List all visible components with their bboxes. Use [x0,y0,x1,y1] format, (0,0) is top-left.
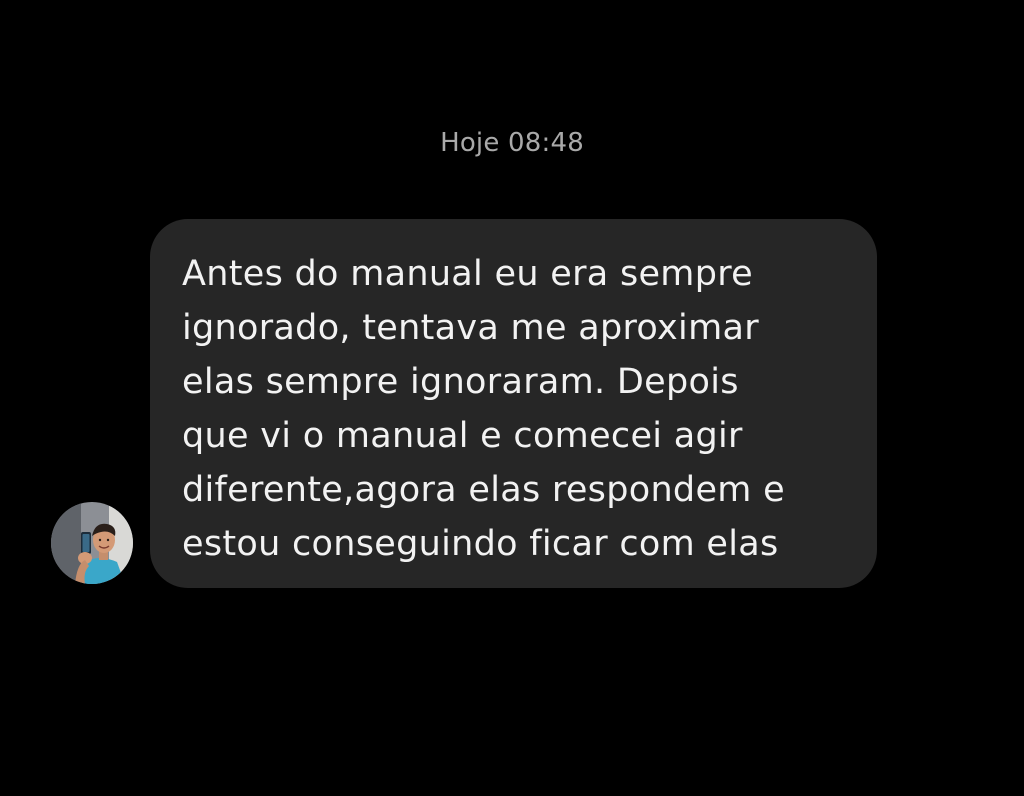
message-text-line: que vi o manual e comecei agir [182,416,743,456]
sender-avatar[interactable] [51,502,133,584]
message-text-line: elas sempre ignoraram. Depois [182,362,739,402]
message-text-line: estou conseguindo ficar com elas [182,524,779,564]
profile-photo-avatar-icon [51,502,133,584]
message-text-line: ignorado, tentava me aproximar [182,308,759,348]
message-timestamp: Hoje 08:48 [440,128,584,158]
message-text-line: diferente,agora elas respondem e [182,470,785,510]
received-message-bubble[interactable]: Antes do manual eu era sempre ignorado, … [150,219,877,588]
message-text-line: Antes do manual eu era sempre [182,254,753,294]
